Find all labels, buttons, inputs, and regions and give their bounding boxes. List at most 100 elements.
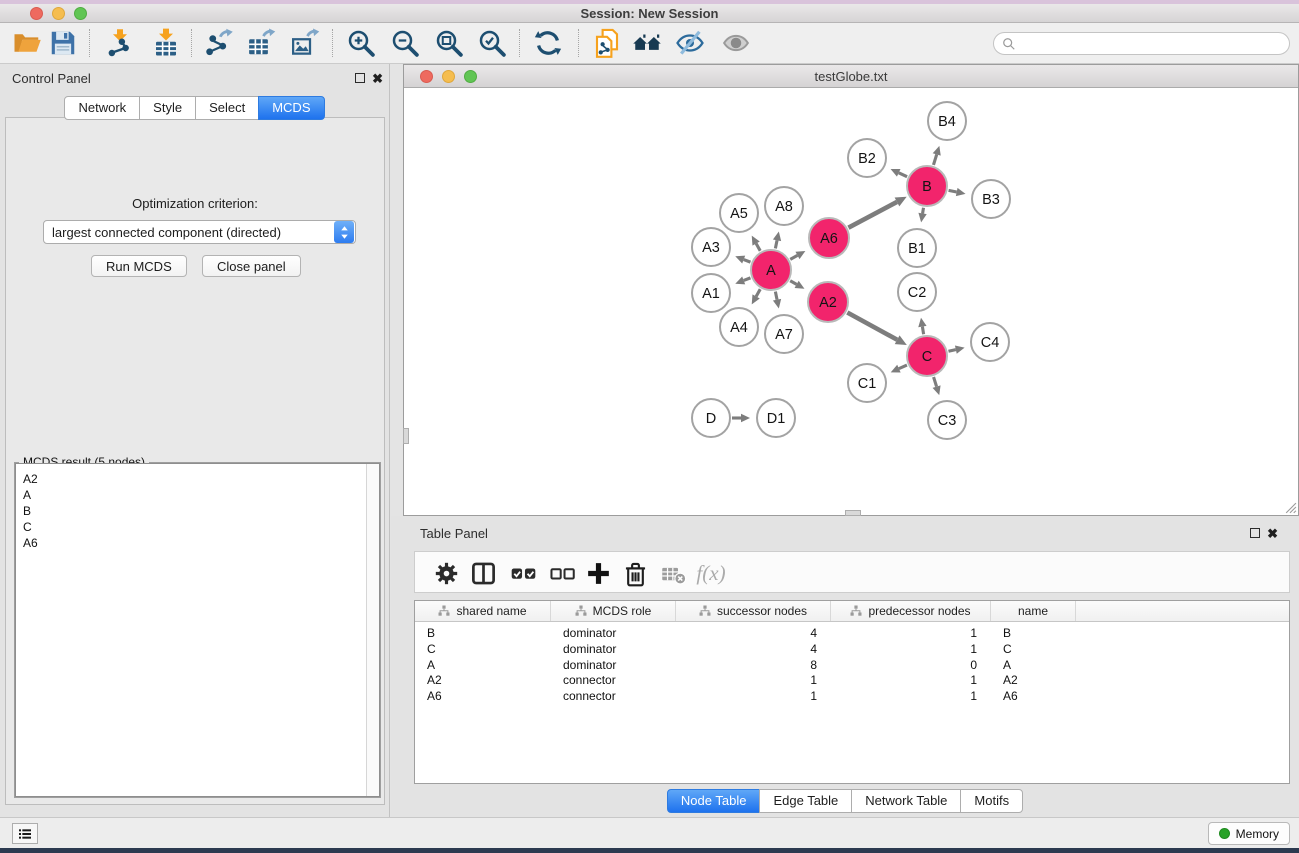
table-row-b[interactable]: Bdominator41B xyxy=(415,626,1289,642)
deselect-all-icon[interactable] xyxy=(546,557,578,589)
tab-mcds[interactable]: MCDS xyxy=(258,96,324,120)
graph-edge-A-A7[interactable] xyxy=(775,292,777,300)
graph-node-C3[interactable]: C3 xyxy=(928,401,966,439)
run-mcds-button[interactable]: Run MCDS xyxy=(91,255,187,277)
graph-node-C2[interactable]: C2 xyxy=(898,273,936,311)
refresh-layout-icon[interactable] xyxy=(531,26,565,60)
tab-network[interactable]: Network xyxy=(64,96,140,120)
memory-button[interactable]: Memory xyxy=(1208,822,1290,845)
tab-motifs[interactable]: Motifs xyxy=(960,789,1023,813)
search-field[interactable] xyxy=(993,32,1290,55)
graph-edge-A6-B[interactable] xyxy=(848,202,897,228)
import-network-icon[interactable] xyxy=(103,26,137,60)
graph-node-B[interactable]: B xyxy=(907,166,947,206)
mcds-result-list[interactable]: A2ABCA6 xyxy=(15,463,380,797)
import-table-icon[interactable] xyxy=(149,26,183,60)
column-header-MCDS-role[interactable]: MCDS role xyxy=(551,601,676,621)
column-header-name[interactable]: name xyxy=(991,601,1076,621)
tab-node-table[interactable]: Node Table xyxy=(667,789,761,813)
graph-edge-A-A5[interactable] xyxy=(756,244,760,251)
home-icon[interactable] xyxy=(630,26,664,60)
graph-node-C4[interactable]: C4 xyxy=(971,323,1009,361)
function-builder-icon[interactable]: f(x) xyxy=(695,557,727,589)
graph-node-A6[interactable]: A6 xyxy=(809,218,849,258)
close-panel-icon[interactable]: ✖ xyxy=(372,72,383,85)
result-item-a2[interactable]: A2 xyxy=(23,471,379,487)
graph-edge-A-A6[interactable] xyxy=(790,255,797,259)
close-table-panel-icon[interactable]: ✖ xyxy=(1267,527,1278,540)
graph-node-B3[interactable]: B3 xyxy=(972,180,1010,218)
select-all-icon[interactable] xyxy=(507,557,539,589)
cell-successor-nodes[interactable]: 1 xyxy=(676,689,831,705)
tab-select[interactable]: Select xyxy=(195,96,259,120)
column-header-successor-nodes[interactable]: successor nodes xyxy=(676,601,831,621)
show-graphics-details-icon[interactable] xyxy=(719,26,753,60)
graph-edge-B-B2[interactable] xyxy=(899,173,907,177)
zoom-fit-icon[interactable] xyxy=(432,26,466,60)
zoom-in-icon[interactable] xyxy=(344,26,378,60)
graph-edge-B-B1[interactable] xyxy=(923,208,924,214)
graph-node-C[interactable]: C xyxy=(907,336,947,376)
graph-edge-C-C2[interactable] xyxy=(922,327,923,335)
graph-node-D1[interactable]: D1 xyxy=(757,399,795,437)
column-header-predecessor-nodes[interactable]: predecessor nodes xyxy=(831,601,991,621)
result-item-c[interactable]: C xyxy=(23,519,379,535)
graph-edge-A-A3[interactable] xyxy=(744,260,751,263)
add-column-icon[interactable] xyxy=(582,557,614,589)
save-session-icon[interactable] xyxy=(46,26,80,60)
graph-edge-C-C3[interactable] xyxy=(934,377,937,387)
cell-predecessor-nodes[interactable]: 1 xyxy=(831,626,991,642)
delete-column-trash-icon[interactable] xyxy=(619,557,651,589)
graph-node-B1[interactable]: B1 xyxy=(898,229,936,267)
cell-predecessor-nodes[interactable]: 1 xyxy=(831,642,991,658)
cell-MCDS-role[interactable]: dominator xyxy=(551,642,676,658)
table-row-a2[interactable]: A2connector11A2 xyxy=(415,673,1289,689)
result-list-scrollbar[interactable] xyxy=(366,464,379,796)
cell-shared-name[interactable]: A2 xyxy=(415,673,551,689)
cell-name[interactable]: A2 xyxy=(991,673,1076,689)
column-header-shared-name[interactable]: shared name xyxy=(415,601,551,621)
task-history-button[interactable] xyxy=(12,823,38,844)
graph-node-B2[interactable]: B2 xyxy=(848,139,886,177)
graph-node-A4[interactable]: A4 xyxy=(720,308,758,346)
resize-grip-icon[interactable] xyxy=(1284,501,1297,514)
cell-shared-name[interactable]: A6 xyxy=(415,689,551,705)
graph-edge-A2-C[interactable] xyxy=(847,313,897,340)
network-canvas[interactable]: AA6A2BCA1A3A4A5A7A8B1B2B3B4C1C2C3C4DD1 xyxy=(404,89,1298,515)
cell-predecessor-nodes[interactable]: 0 xyxy=(831,658,991,674)
cell-MCDS-role[interactable]: dominator xyxy=(551,626,676,642)
result-item-a6[interactable]: A6 xyxy=(23,535,379,551)
cell-name[interactable]: A6 xyxy=(991,689,1076,705)
cell-shared-name[interactable]: B xyxy=(415,626,551,642)
cell-successor-nodes[interactable]: 4 xyxy=(676,626,831,642)
split-panel-icon[interactable] xyxy=(467,557,499,589)
cell-shared-name[interactable]: A xyxy=(415,658,551,674)
graph-edge-B-B4[interactable] xyxy=(933,154,936,165)
search-input[interactable] xyxy=(1020,35,1289,53)
column-settings-gear-icon[interactable] xyxy=(430,557,462,589)
cell-predecessor-nodes[interactable]: 1 xyxy=(831,689,991,705)
hide-graphics-details-icon[interactable] xyxy=(673,26,707,60)
result-item-a[interactable]: A xyxy=(23,487,379,503)
graph-node-A3[interactable]: A3 xyxy=(692,228,730,266)
graph-node-A[interactable]: A xyxy=(751,250,791,290)
graph-edge-C-C4[interactable] xyxy=(948,350,955,352)
node-table[interactable]: shared nameMCDS rolesuccessor nodesprede… xyxy=(414,600,1290,784)
tab-network-table[interactable]: Network Table xyxy=(851,789,961,813)
graph-edge-A-A2[interactable] xyxy=(790,281,796,285)
cell-successor-nodes[interactable]: 1 xyxy=(676,673,831,689)
graph-edge-C-C1[interactable] xyxy=(899,365,907,369)
delete-table-icon[interactable] xyxy=(657,557,689,589)
table-row-c[interactable]: Cdominator41C xyxy=(415,642,1289,658)
graph-node-B4[interactable]: B4 xyxy=(928,102,966,140)
cell-MCDS-role[interactable]: connector xyxy=(551,689,676,705)
cell-predecessor-nodes[interactable]: 1 xyxy=(831,673,991,689)
optimization-criterion-select[interactable]: largest connected component (directed) xyxy=(43,220,356,244)
float-panel-icon[interactable] xyxy=(355,73,365,83)
result-item-b[interactable]: B xyxy=(23,503,379,519)
graph-node-A2[interactable]: A2 xyxy=(808,282,848,322)
cell-name[interactable]: C xyxy=(991,642,1076,658)
close-panel-button[interactable]: Close panel xyxy=(202,255,301,277)
graph-edge-B-B3[interactable] xyxy=(949,190,957,192)
cell-successor-nodes[interactable]: 8 xyxy=(676,658,831,674)
